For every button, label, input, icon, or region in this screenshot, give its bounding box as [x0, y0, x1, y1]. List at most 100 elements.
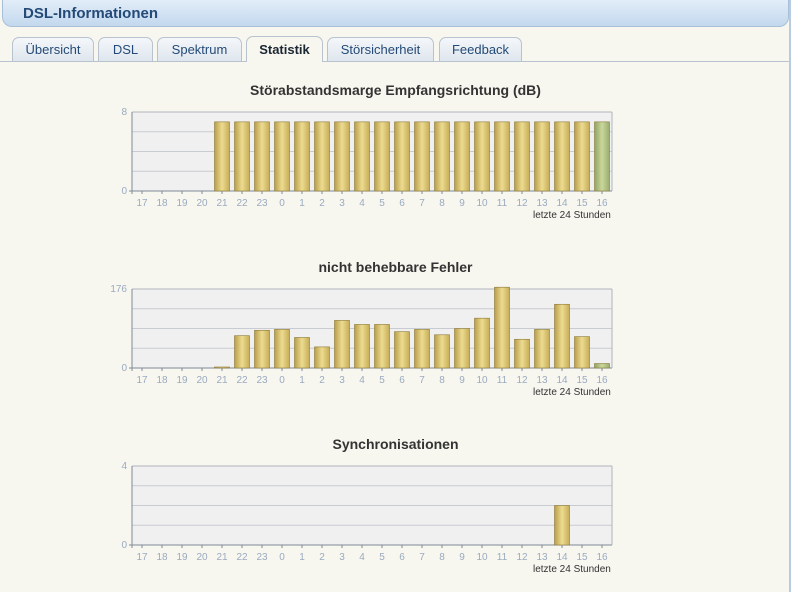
- y-tick-label: 0: [121, 540, 127, 551]
- x-tick-label: 18: [156, 375, 168, 386]
- bar: [374, 324, 390, 369]
- bar: [234, 121, 250, 192]
- bar: [214, 121, 230, 192]
- x-tick-label: 15: [576, 552, 588, 563]
- x-tick-label: 13: [536, 375, 548, 386]
- bar: [414, 329, 430, 369]
- x-tick-label: 22: [236, 375, 248, 386]
- bar: [354, 121, 370, 192]
- tab-label: Feedback: [451, 42, 510, 57]
- x-tick-label: 2: [319, 375, 325, 386]
- bar: [314, 346, 330, 369]
- x-tick-label: 0: [279, 552, 285, 563]
- x-tick-label: 16: [596, 552, 608, 563]
- x-tick-label: 4: [359, 375, 365, 386]
- x-tick-label: 22: [236, 198, 248, 209]
- bar: [494, 121, 510, 192]
- bar: [314, 121, 330, 192]
- x-tick-label: 5: [379, 198, 385, 209]
- x-tick-label: 8: [439, 552, 445, 563]
- x-tick-label: 7: [419, 375, 425, 386]
- bar: [294, 337, 310, 369]
- x-tick-label: 20: [196, 198, 208, 209]
- chart-title-uncorrectable-errors: nicht behebbare Fehler: [318, 259, 473, 275]
- x-tick-label: 18: [156, 198, 168, 209]
- x-tick-label: 17: [136, 198, 148, 209]
- x-tick-label: 20: [196, 375, 208, 386]
- x-tick-label: 7: [419, 552, 425, 563]
- x-tick-label: 20: [196, 552, 208, 563]
- x-tick-label: 9: [459, 198, 465, 209]
- bar: [474, 121, 490, 192]
- bar: [334, 320, 350, 369]
- chart-caption: letzte 24 Stunden: [533, 564, 611, 575]
- x-tick-label: 0: [279, 198, 285, 209]
- bar: [514, 338, 530, 369]
- bar: [534, 329, 550, 369]
- bar: [494, 286, 510, 369]
- x-tick-label: 9: [459, 375, 465, 386]
- x-tick-label: 4: [359, 198, 365, 209]
- x-tick-label: 14: [556, 552, 568, 563]
- x-tick-label: 10: [476, 375, 488, 386]
- x-tick-label: 3: [339, 198, 345, 209]
- bar: [414, 121, 430, 192]
- x-tick-label: 19: [176, 198, 188, 209]
- tab-dsl[interactable]: DSL: [98, 37, 153, 61]
- x-tick-label: 13: [536, 198, 548, 209]
- dsl-info-panel: DSL-Informationen Übersicht DSL Spektrum…: [0, 0, 791, 592]
- x-tick-label: 1: [299, 198, 305, 209]
- bar: [374, 121, 390, 192]
- bar: [294, 121, 310, 192]
- tab-feedback[interactable]: Feedback: [439, 37, 522, 61]
- bar: [534, 121, 550, 192]
- bar: [454, 121, 470, 192]
- x-tick-label: 12: [516, 198, 528, 209]
- y-tick-label: 176: [110, 284, 127, 295]
- x-tick-label: 18: [156, 552, 168, 563]
- x-tick-label: 5: [379, 375, 385, 386]
- x-tick-label: 15: [576, 375, 588, 386]
- x-tick-label: 11: [497, 552, 508, 563]
- x-tick-label: 6: [399, 198, 405, 209]
- x-tick-label: 10: [476, 552, 488, 563]
- tab-label: DSL: [112, 42, 139, 57]
- x-tick-label: 21: [216, 198, 228, 209]
- bar: [214, 366, 230, 369]
- bar: [394, 331, 410, 369]
- x-tick-label: 13: [536, 552, 548, 563]
- x-tick-label: 17: [136, 552, 148, 563]
- x-tick-label: 0: [279, 375, 285, 386]
- x-tick-label: 11: [497, 375, 508, 386]
- bar: [254, 329, 270, 369]
- x-tick-label: 1: [299, 552, 305, 563]
- x-tick-label: 22: [236, 552, 248, 563]
- x-tick-label: 6: [399, 375, 405, 386]
- tab-statistik[interactable]: Statistik: [246, 36, 323, 62]
- y-tick-label: 4: [121, 461, 127, 472]
- tab-uebersicht[interactable]: Übersicht: [12, 37, 94, 61]
- x-tick-label: 2: [319, 198, 325, 209]
- chart-title-synchronisations: Synchronisationen: [332, 436, 459, 452]
- panel-titlebar: DSL-Informationen: [2, 0, 789, 27]
- x-tick-label: 2: [319, 552, 325, 563]
- x-tick-label: 12: [516, 552, 528, 563]
- bar: [474, 317, 490, 369]
- x-tick-label: 23: [256, 552, 268, 563]
- x-tick-label: 15: [576, 198, 588, 209]
- bar: [274, 121, 290, 192]
- x-tick-label: 12: [516, 375, 528, 386]
- x-tick-label: 7: [419, 198, 425, 209]
- tab-label: Statistik: [259, 42, 310, 57]
- x-tick-label: 1: [299, 375, 305, 386]
- chart-caption: letzte 24 Stunden: [533, 387, 611, 398]
- y-tick-label: 8: [121, 107, 127, 118]
- tab-stoersicherheit[interactable]: Störsicherheit: [327, 37, 434, 61]
- x-tick-label: 16: [596, 375, 608, 386]
- x-tick-label: 11: [497, 198, 508, 209]
- x-tick-label: 23: [256, 198, 268, 209]
- tab-spektrum[interactable]: Spektrum: [157, 37, 242, 61]
- chart-synchronisations: 4017 18 19 20 21 22 23 0 1 2 3 4 5 6 7 8 9 10 11 12 13 14 15 16: [121, 461, 613, 563]
- x-tick-label: 6: [399, 552, 405, 563]
- x-tick-label: 16: [596, 198, 608, 209]
